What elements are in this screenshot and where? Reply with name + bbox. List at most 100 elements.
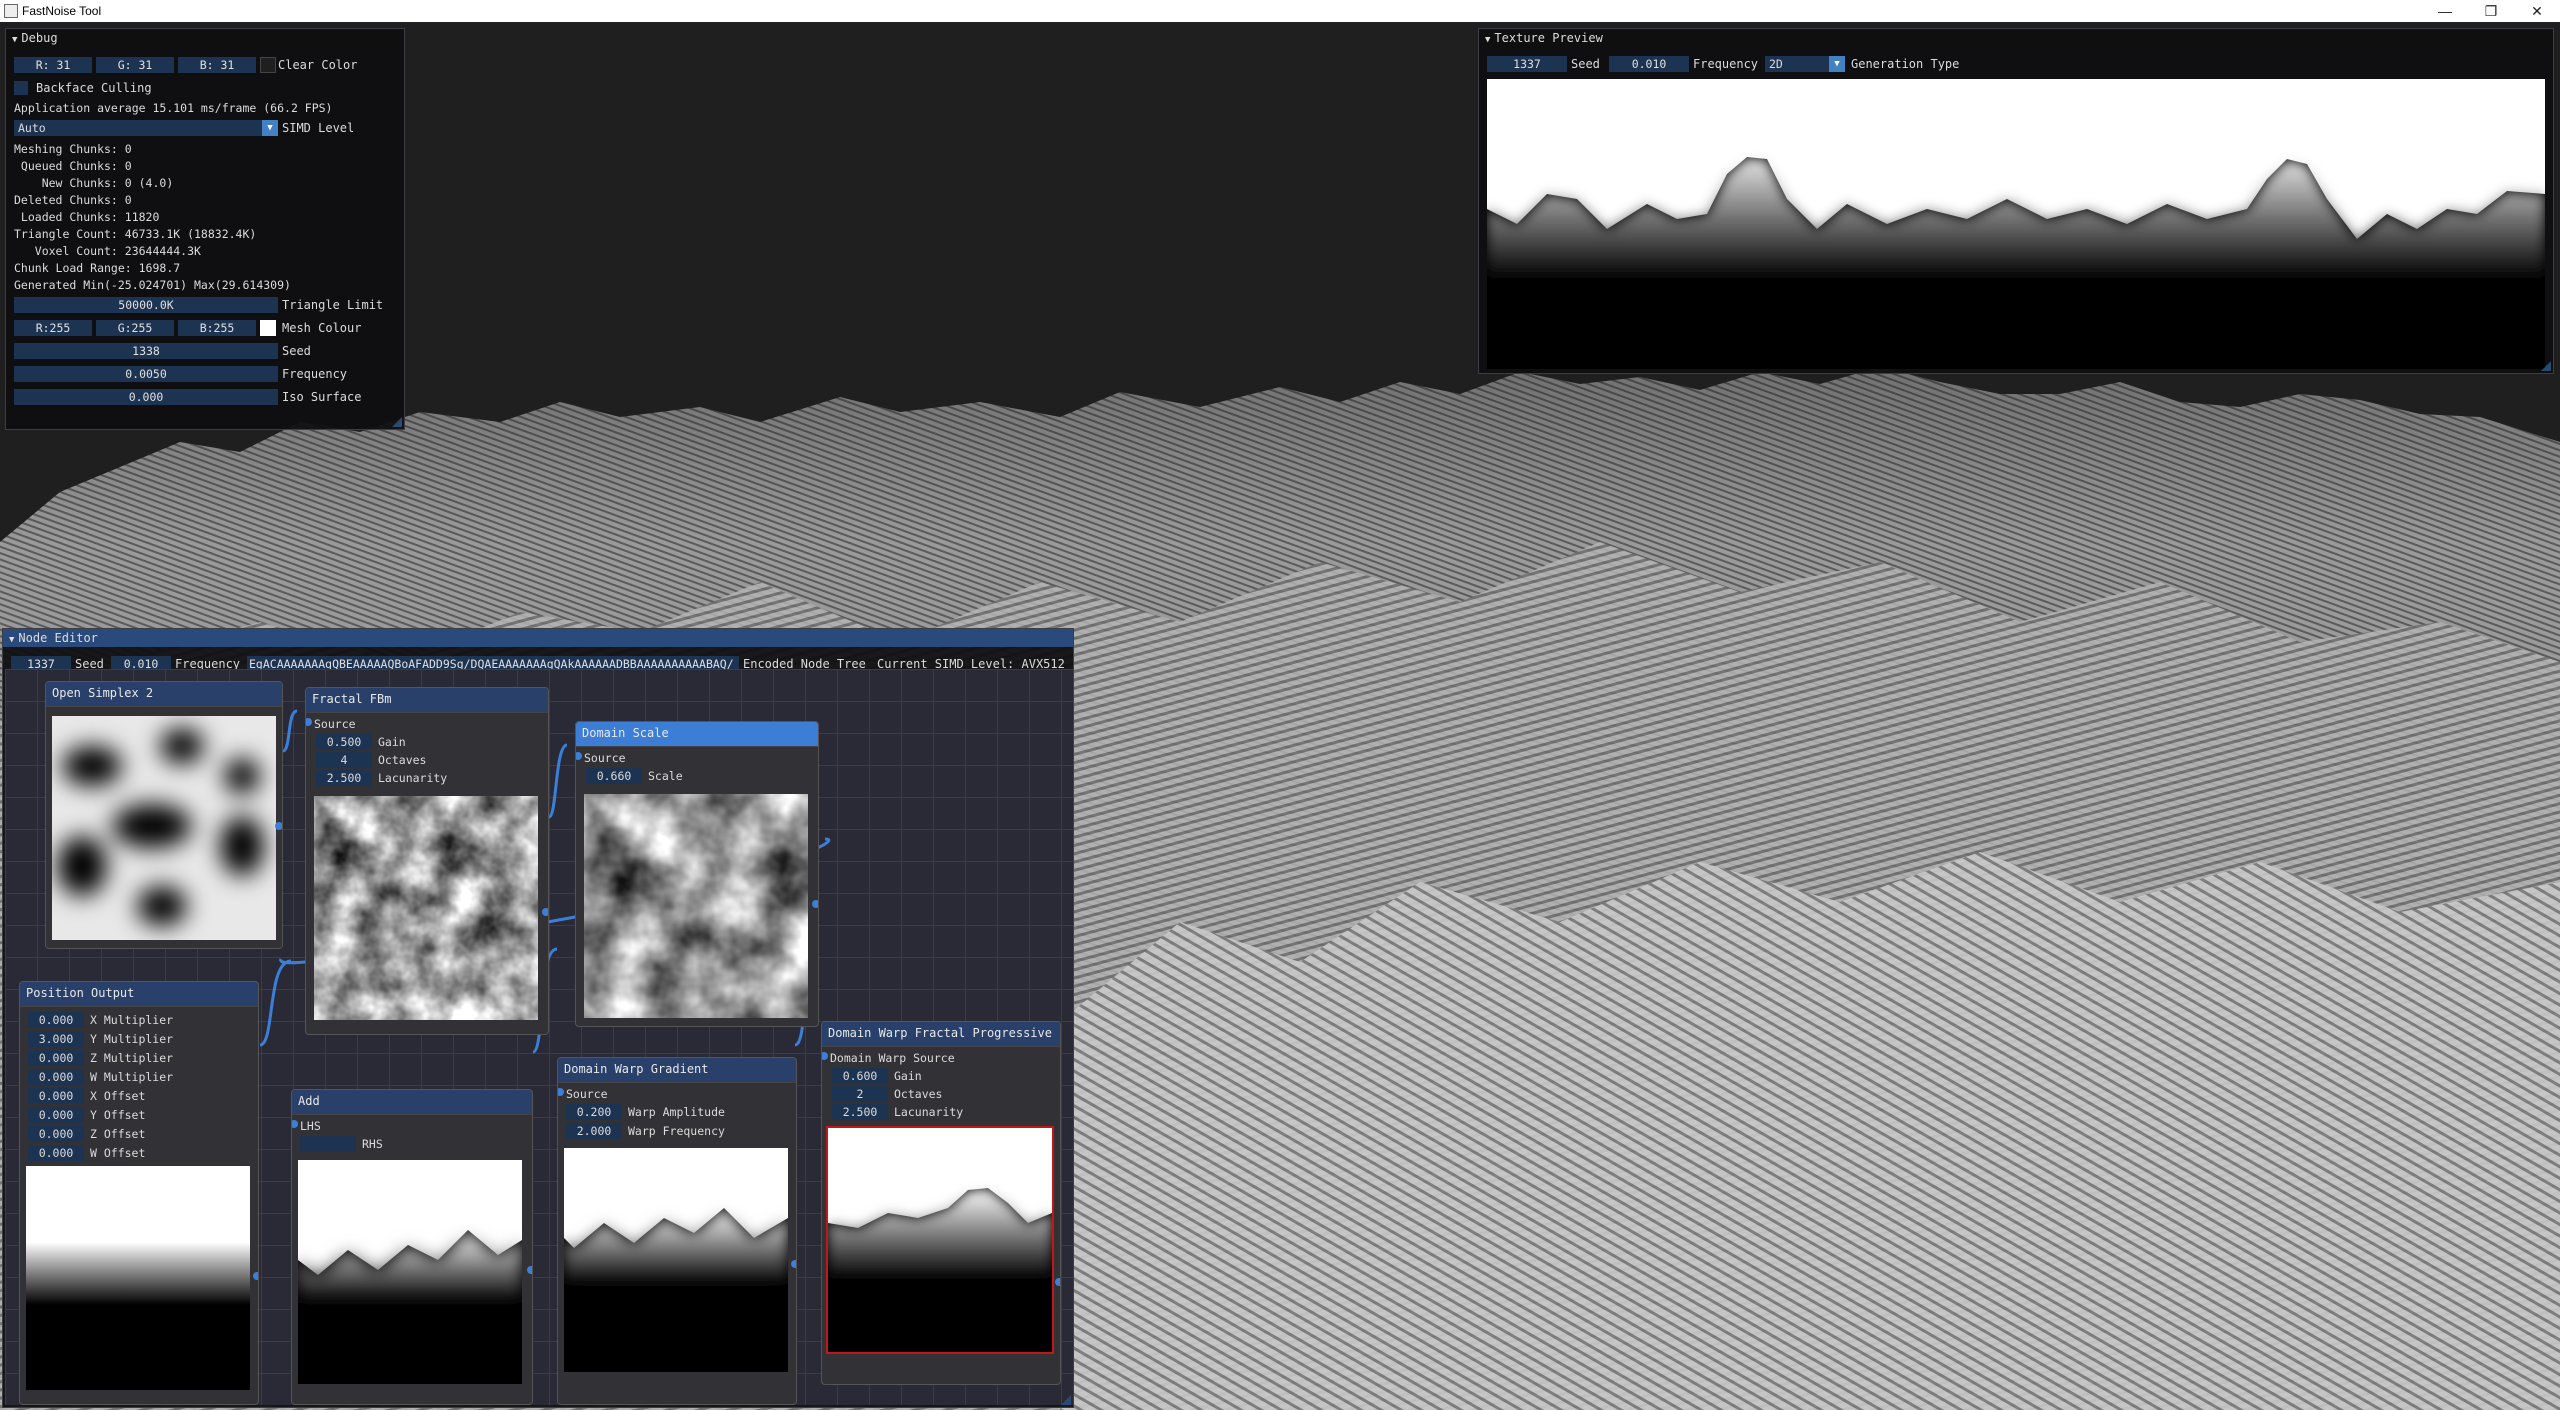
debug-window[interactable]: ▼ Debug R: 31 G: 31 B: 31 Clear Color Bac… (5, 28, 405, 430)
restore-icon[interactable]: ❐ (2468, 0, 2514, 22)
node-graph-canvas[interactable]: Open Simplex 2 Fractal FBm Source 0.500 … (5, 669, 1073, 1405)
output-pin[interactable] (1055, 1278, 1060, 1286)
simd-level-combo[interactable]: Auto ▼ (14, 120, 278, 136)
x-multiplier-field[interactable]: 0.000 (28, 1012, 84, 1028)
texture-preview-title: Texture Preview (1494, 31, 1603, 45)
x-offset-label: X Offset (90, 1089, 146, 1103)
warp-frequency-field[interactable]: 2.000 (566, 1123, 622, 1139)
mesh-colour-g-field[interactable]: G:255 (96, 320, 174, 336)
mesh-colour-label: Mesh Colour (282, 321, 362, 335)
debug-title: Debug (21, 31, 58, 45)
y-offset-field[interactable]: 0.000 (28, 1107, 84, 1123)
w-multiplier-field[interactable]: 0.000 (28, 1069, 84, 1085)
source-input-pin[interactable] (558, 1088, 564, 1096)
octaves-field[interactable]: 2 (832, 1086, 888, 1102)
link-fbm-to-scale (547, 743, 568, 819)
output-pin[interactable] (812, 900, 818, 908)
source-input-pin[interactable] (306, 718, 312, 726)
node-domain-scale[interactable]: Domain Scale Source 0.660 Scale (575, 721, 819, 1027)
warp-amplitude-label: Warp Amplitude (628, 1105, 725, 1119)
close-icon[interactable]: ✕ (2514, 0, 2560, 22)
clear-color-r-field[interactable]: R: 31 (14, 57, 92, 73)
collapse-triangle-icon[interactable]: ▼ (9, 631, 14, 649)
resize-grip[interactable] (392, 417, 402, 427)
y-multiplier-field[interactable]: 3.000 (28, 1031, 84, 1047)
octaves-field[interactable]: 4 (316, 752, 372, 768)
node-add[interactable]: Add LHS RHS (291, 1089, 533, 1405)
collapse-triangle-icon[interactable]: ▼ (12, 31, 17, 49)
mesh-colour-b-field[interactable]: B:255 (178, 320, 256, 336)
minimize-icon[interactable]: — (2422, 0, 2468, 22)
tp-seed-field[interactable]: 1337 (1487, 56, 1567, 72)
resize-grip[interactable] (2541, 361, 2551, 371)
lhs-input-pin[interactable] (292, 1120, 298, 1128)
node-title[interactable]: Add (292, 1090, 532, 1115)
node-fractal-fbm[interactable]: Fractal FBm Source 0.500 Gain 4 Octaves … (305, 687, 549, 1035)
mesh-colour-r-field[interactable]: R:255 (14, 320, 92, 336)
clear-color-label: Clear Color (278, 58, 358, 72)
frequency-field[interactable]: 0.0050 (14, 366, 278, 382)
source-label: Source (314, 717, 356, 731)
clear-color-b-field[interactable]: B: 31 (178, 57, 256, 73)
output-pin[interactable] (275, 822, 282, 830)
texture-preview-window[interactable]: ▼ Texture Preview 1337 Seed 0.010 Frequen… (1478, 28, 2554, 374)
node-title[interactable]: Domain Warp Fractal Progressive (822, 1022, 1060, 1047)
rhs-field[interactable] (300, 1136, 356, 1152)
seed-field[interactable]: 1338 (14, 343, 278, 359)
iso-surface-field[interactable]: 0.000 (14, 389, 278, 405)
generation-type-combo[interactable]: 2D ▼ (1765, 56, 1845, 72)
collapse-triangle-icon[interactable]: ▼ (1485, 31, 1490, 49)
w-offset-field[interactable]: 0.000 (28, 1145, 84, 1161)
lacunarity-field[interactable]: 2.500 (832, 1104, 888, 1120)
resize-grip[interactable] (1061, 1395, 1071, 1405)
stat-meshing: Meshing Chunks: 0 (14, 142, 132, 156)
source-label: Domain Warp Source (830, 1051, 955, 1065)
output-pin[interactable] (542, 908, 548, 916)
texture-preview-title-bar[interactable]: ▼ Texture Preview (1479, 29, 2553, 47)
simd-level-label: SIMD Level (282, 121, 355, 135)
lacunarity-field[interactable]: 2.500 (316, 770, 372, 786)
octaves-label: Octaves (894, 1087, 943, 1101)
node-editor-window[interactable]: ▼ Node Editor 1337 Seed 0.010 Frequency E… (2, 628, 1074, 1408)
gain-field[interactable]: 0.500 (316, 734, 372, 750)
output-pin[interactable] (791, 1260, 796, 1268)
output-pin[interactable] (527, 1266, 532, 1274)
link-simplex-to-fbm (282, 709, 298, 753)
app-average-text: Application average 15.101 ms/frame (66.… (14, 101, 333, 115)
backface-culling-checkbox[interactable] (14, 81, 28, 95)
mesh-colour-swatch[interactable] (260, 320, 276, 336)
texture-preview-image (1487, 79, 2545, 369)
node-title[interactable]: Fractal FBm (306, 688, 548, 713)
link-position-to-add (259, 959, 292, 1047)
node-title[interactable]: Open Simplex 2 (46, 682, 282, 707)
source-input-pin[interactable] (822, 1052, 828, 1060)
scale-label: Scale (648, 769, 683, 783)
warp-amplitude-field[interactable]: 0.200 (566, 1104, 622, 1120)
tp-frequency-field[interactable]: 0.010 (1609, 56, 1689, 72)
output-pin[interactable] (253, 1272, 258, 1280)
node-editor-title-bar[interactable]: ▼ Node Editor (3, 629, 1073, 647)
noise-preview (298, 1160, 522, 1384)
clear-color-swatch[interactable] (260, 57, 276, 73)
node-open-simplex-2[interactable]: Open Simplex 2 (45, 681, 283, 949)
node-title[interactable]: Position Output (20, 982, 258, 1007)
gain-field[interactable]: 0.600 (832, 1068, 888, 1084)
node-position-output[interactable]: Position Output 0.000 X Multiplier 3.000… (19, 981, 259, 1405)
node-title[interactable]: Domain Scale (576, 722, 818, 747)
simd-level-value: Auto (18, 121, 46, 135)
stat-load-range: Chunk Load Range: 1698.7 (14, 261, 181, 275)
node-domain-warp-fractal-progressive[interactable]: Domain Warp Fractal Progressive Domain W… (821, 1021, 1061, 1385)
seed-label: Seed (282, 344, 311, 358)
scale-field[interactable]: 0.660 (586, 768, 642, 784)
source-input-pin[interactable] (576, 752, 582, 760)
debug-title-bar[interactable]: ▼ Debug (6, 29, 404, 47)
node-title[interactable]: Domain Warp Gradient (558, 1058, 796, 1083)
z-multiplier-field[interactable]: 0.000 (28, 1050, 84, 1066)
node-domain-warp-gradient[interactable]: Domain Warp Gradient Source 0.200 Warp A… (557, 1057, 797, 1405)
triangle-limit-field[interactable]: 50000.0K (14, 297, 278, 313)
noise-preview (52, 716, 276, 940)
x-offset-field[interactable]: 0.000 (28, 1088, 84, 1104)
clear-color-g-field[interactable]: G: 31 (96, 57, 174, 73)
z-offset-field[interactable]: 0.000 (28, 1126, 84, 1142)
gain-label: Gain (378, 735, 406, 749)
